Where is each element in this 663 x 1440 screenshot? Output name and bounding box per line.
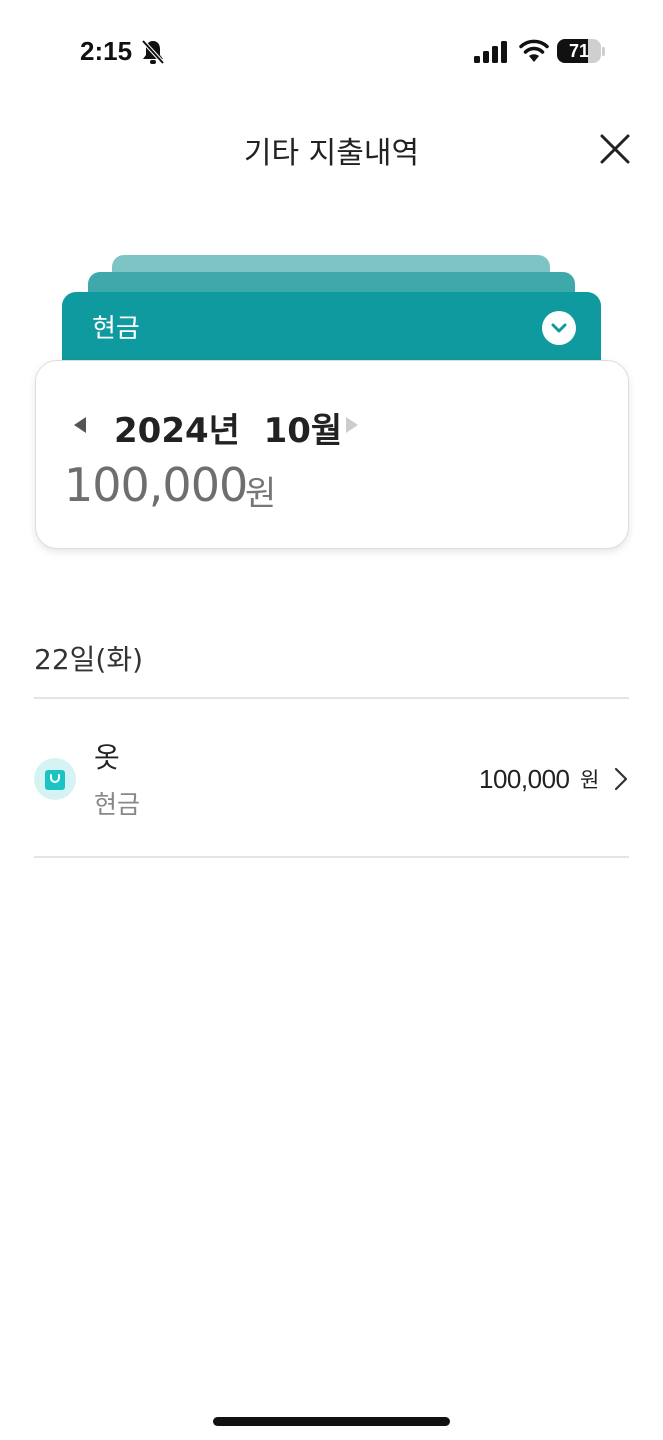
transaction-name: 옷 [94,741,120,774]
battery-level: 71 [568,41,590,61]
status-time: 2:15 [80,36,133,66]
bell-off-icon [141,39,165,65]
transaction-unit: 원 [580,768,600,792]
account-toggle-button[interactable] [542,311,576,345]
transaction-amount: 100,000 [479,764,570,794]
total-amount: 100,000 [64,458,248,512]
battery-icon: 71 [557,39,605,65]
month-label: 2024년 10월 [114,411,343,451]
chevron-down-icon [551,323,567,333]
total-unit: 원 [245,474,277,514]
next-month-icon[interactable] [342,414,362,436]
close-icon[interactable] [598,132,632,166]
category-icon [34,758,76,800]
home-indicator[interactable] [213,1417,450,1426]
signal-icon [474,41,507,63]
screen: 2:15 71 기타 지출내역 현금 2024년 10월 100,000 원 2… [0,0,663,1440]
transaction-method: 현금 [94,790,141,819]
wifi-icon [519,39,549,62]
transaction-row[interactable]: 옷 현금 100,000 원 [34,700,629,855]
date-header: 22일(화) [34,643,143,676]
divider [34,697,629,699]
account-card-label: 현금 [92,314,140,344]
summary-card [35,360,629,549]
chevron-right-icon [614,767,628,791]
prev-month-icon[interactable] [70,414,90,436]
shopping-bag-icon [45,770,65,790]
page-title: 기타 지출내역 [243,136,420,171]
divider [34,856,629,858]
status-bar: 2:15 71 [0,0,663,100]
